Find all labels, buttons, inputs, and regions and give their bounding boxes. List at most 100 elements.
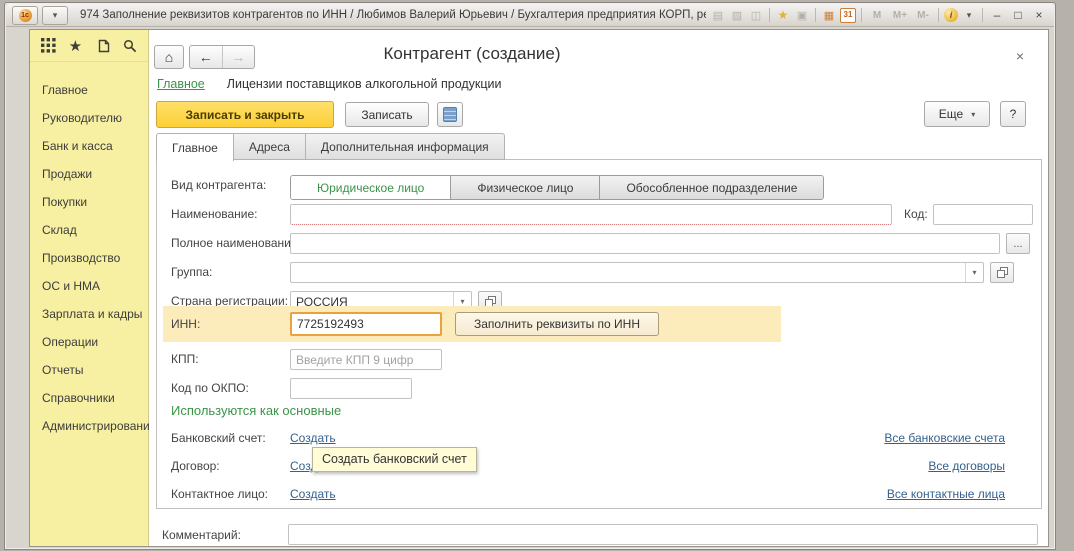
- contact-person-label: Контактное лицо:: [171, 487, 268, 501]
- sidebar-item-production[interactable]: Производство: [30, 244, 148, 272]
- sidebar-item-bank-cash[interactable]: Банк и касса: [30, 132, 148, 160]
- name-label: Наименование:: [171, 207, 258, 221]
- calculator-icon[interactable]: ▦: [821, 9, 837, 22]
- kind-label: Вид контрагента:: [171, 178, 266, 192]
- home-icon: ⌂: [165, 49, 173, 65]
- breadcrumb-main-link[interactable]: Главное: [157, 77, 205, 91]
- titlebar-chevron-down-icon[interactable]: ▾: [961, 10, 977, 21]
- help-button[interactable]: ?: [1000, 101, 1026, 127]
- fill-by-inn-button[interactable]: Заполнить реквизиты по ИНН: [455, 312, 659, 336]
- sidebar-item-purchases[interactable]: Покупки: [30, 188, 148, 216]
- print-icon[interactable]: ▨: [729, 9, 745, 22]
- forward-button[interactable]: →: [223, 46, 255, 68]
- more-button[interactable]: Еще ▾: [924, 101, 990, 127]
- show-in-list-button[interactable]: [437, 102, 463, 127]
- okpo-input[interactable]: [290, 378, 412, 399]
- dropdown-arrow-icon[interactable]: ▾: [965, 263, 983, 282]
- sidebar-item-directories[interactable]: Справочники: [30, 384, 148, 412]
- home-button[interactable]: ⌂: [154, 45, 184, 69]
- tab-main[interactable]: Главное: [156, 133, 234, 161]
- full-name-input[interactable]: [290, 233, 1000, 254]
- print-preview-icon[interactable]: ◫: [748, 9, 764, 22]
- more-label: Еще: [939, 107, 963, 121]
- all-contracts-link[interactable]: Все договоры: [928, 459, 1005, 473]
- sidebar-item-operations[interactable]: Операции: [30, 328, 148, 356]
- sidebar-item-main[interactable]: Главное: [30, 76, 148, 104]
- link-icon[interactable]: ▣: [794, 9, 810, 22]
- all-bank-accounts-link[interactable]: Все банковские счета: [884, 431, 1005, 445]
- group-value: [291, 263, 965, 282]
- search-icon[interactable]: [122, 38, 138, 54]
- form-tabs: Главное Адреса Дополнительная информация: [156, 133, 505, 160]
- favorites-star-icon[interactable]: ★: [67, 38, 83, 54]
- sidebar-item-manager[interactable]: Руководителю: [30, 104, 148, 132]
- form-area: ⌂ ← → Контрагент (создание) × Главное Ли…: [149, 30, 1048, 546]
- group-combo[interactable]: ▾: [290, 262, 984, 283]
- ellipsis-icon: ...: [1013, 238, 1022, 250]
- back-button[interactable]: ←: [190, 46, 223, 68]
- comment-input[interactable]: [288, 524, 1038, 545]
- kpp-label: КПП:: [171, 352, 199, 366]
- create-contact-person-link[interactable]: Создать: [290, 487, 336, 501]
- chevron-down-icon: ▾: [53, 10, 58, 21]
- main-menu-button[interactable]: ▾: [42, 6, 68, 25]
- tab-addresses[interactable]: Адреса: [234, 133, 306, 160]
- divider: [982, 8, 983, 22]
- inn-highlighted-row: ИНН: Заполнить реквизиты по ИНН: [163, 306, 781, 342]
- inn-label: ИНН:: [171, 317, 200, 331]
- memory-m-minus-button[interactable]: M-: [913, 10, 933, 21]
- form-panel: Вид контрагента: Юридическое лицо Физиче…: [156, 159, 1042, 509]
- all-contact-persons-link[interactable]: Все контактные лица: [887, 487, 1005, 501]
- full-name-more-button[interactable]: ...: [1006, 233, 1030, 254]
- save-button[interactable]: Записать: [345, 102, 429, 127]
- divider: [938, 8, 939, 22]
- app-window: 1с ▾ 974 Заполнение реквизитов контраген…: [4, 2, 1056, 550]
- save-icon[interactable]: ▤: [710, 9, 726, 22]
- tab-additional-info[interactable]: Дополнительная информация: [306, 133, 505, 160]
- sidebar-item-fixed-assets[interactable]: ОС и НМА: [30, 272, 148, 300]
- sidebar-item-warehouse[interactable]: Склад: [30, 216, 148, 244]
- inn-input[interactable]: [290, 312, 442, 336]
- group-label: Группа:: [171, 265, 212, 279]
- create-bank-account-link[interactable]: Создать: [290, 431, 336, 445]
- sidebar-item-sales[interactable]: Продажи: [30, 160, 148, 188]
- close-button[interactable]: ×: [1030, 8, 1048, 22]
- database-icon: [443, 107, 457, 122]
- sidebar-item-reports[interactable]: Отчеты: [30, 356, 148, 384]
- memory-m-button[interactable]: M: [867, 10, 887, 21]
- sidebar-menu: Главное Руководителю Банк и касса Продаж…: [30, 62, 148, 440]
- navigation-buttons: ← →: [189, 45, 255, 69]
- kpp-input[interactable]: [290, 349, 442, 370]
- 1c-logo-button[interactable]: 1с: [12, 6, 38, 25]
- 1c-logo-icon: 1с: [19, 9, 32, 22]
- favorites-star-icon[interactable]: ★: [775, 8, 791, 22]
- group-open-button[interactable]: [990, 262, 1014, 283]
- primary-section-title: Используются как основные: [171, 403, 341, 418]
- minimize-button[interactable]: –: [988, 8, 1006, 22]
- save-and-close-button[interactable]: Записать и закрыть: [156, 101, 334, 128]
- contract-label: Договор:: [171, 459, 220, 473]
- history-icon[interactable]: [95, 38, 111, 54]
- sidebar-item-salary-hr[interactable]: Зарплата и кадры: [30, 300, 148, 328]
- full-name-label: Полное наименование:: [171, 236, 301, 250]
- sidebar-toolbar: ★: [30, 30, 148, 62]
- divider: [861, 8, 862, 22]
- kind-option-individual[interactable]: Физическое лицо: [450, 176, 599, 199]
- info-icon[interactable]: i: [944, 8, 958, 22]
- kind-option-separate-division[interactable]: Обособленное подразделение: [599, 176, 823, 199]
- kind-option-legal-entity[interactable]: Юридическое лицо: [291, 176, 450, 199]
- back-arrow-icon: ←: [199, 49, 213, 65]
- functions-grid-icon[interactable]: [40, 38, 56, 54]
- memory-m-plus-button[interactable]: M+: [890, 10, 910, 21]
- maximize-button[interactable]: □: [1009, 8, 1027, 22]
- code-input[interactable]: [933, 204, 1033, 225]
- sidebar-item-administration[interactable]: Администрирование: [30, 412, 148, 440]
- name-input[interactable]: [290, 204, 892, 225]
- create-bank-account-tooltip: Создать банковский счет: [312, 447, 477, 472]
- calendar-icon[interactable]: 31: [840, 8, 856, 23]
- form-close-icon[interactable]: ×: [1016, 49, 1024, 63]
- chevron-down-icon: ▾: [971, 110, 975, 119]
- code-label: Код:: [904, 207, 928, 221]
- window-content: ★ Главное Руководителю Банк и касса Прод…: [29, 29, 1049, 547]
- titlebar: 1с ▾ 974 Заполнение реквизитов контраген…: [6, 4, 1054, 27]
